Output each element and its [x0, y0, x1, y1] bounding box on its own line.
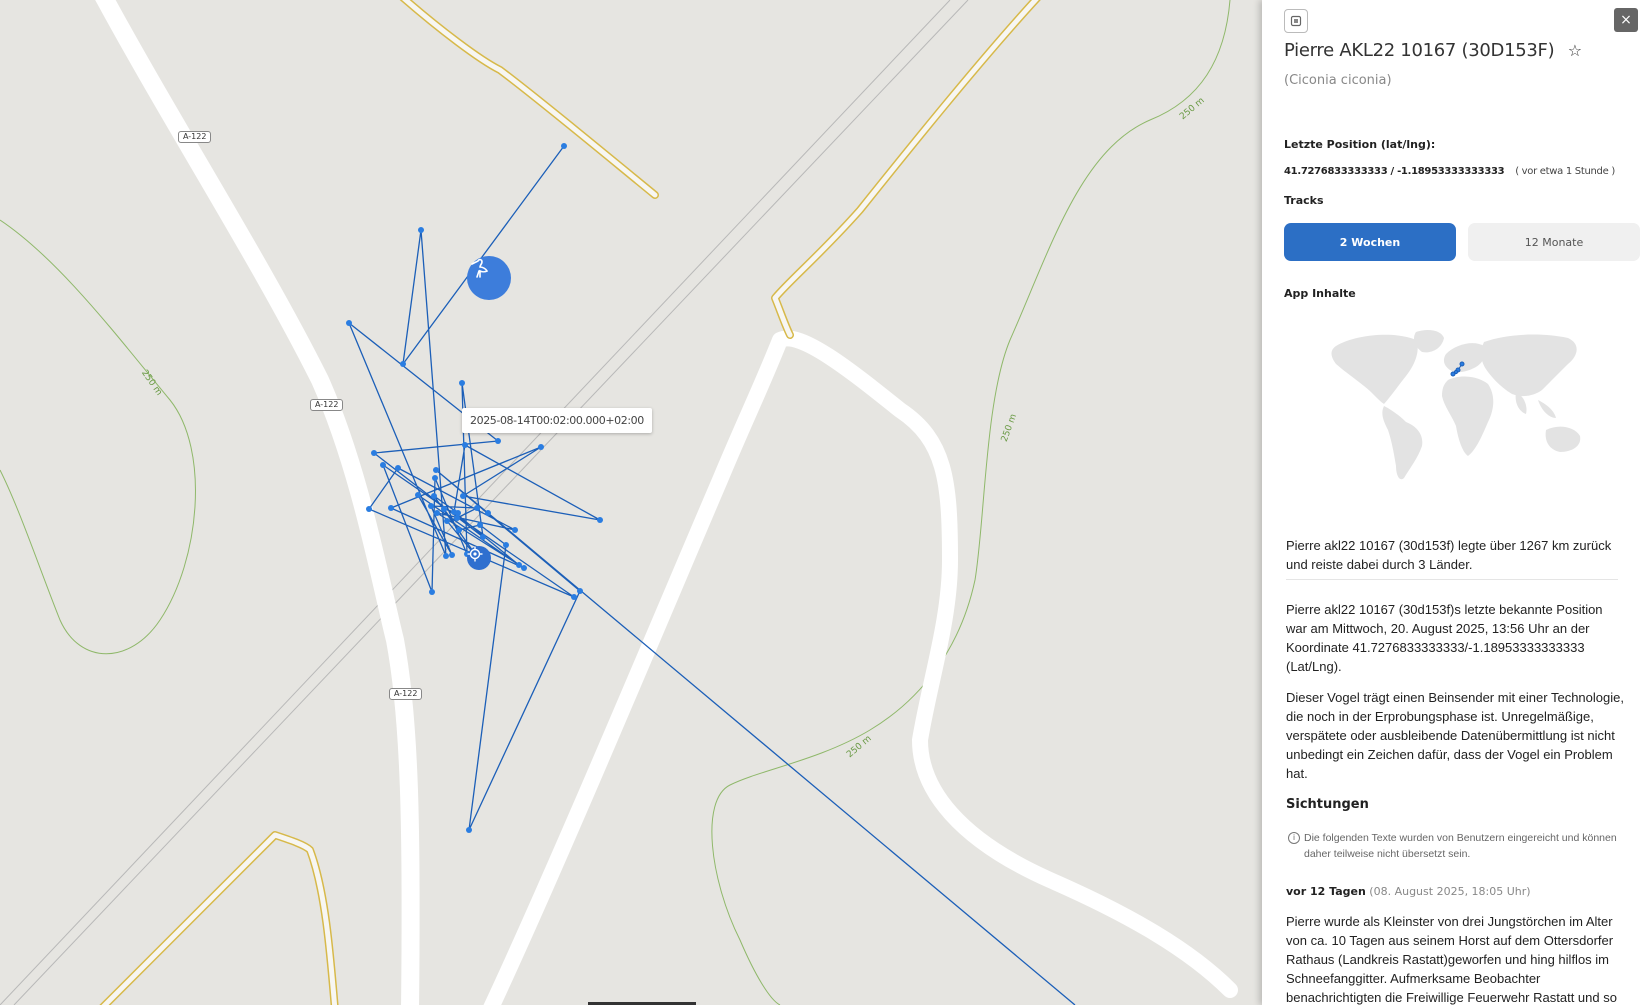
square-icon: [1290, 15, 1302, 27]
track-point[interactable]: [431, 493, 437, 499]
track-point[interactable]: [444, 518, 450, 524]
track-line: [348, 145, 1076, 1005]
track-point[interactable]: [434, 510, 440, 516]
track-point[interactable]: [561, 143, 567, 149]
coordinates-value: 41.7276833333333 / -1.18953333333333: [1284, 166, 1505, 177]
track-point[interactable]: [462, 442, 468, 448]
track-point[interactable]: [577, 588, 583, 594]
track-point[interactable]: [521, 565, 527, 571]
track-point[interactable]: [571, 594, 577, 600]
last-known-text: Pierre akl22 10167 (30d153f)s letzte bek…: [1286, 602, 1603, 674]
track-point[interactable]: [428, 503, 434, 509]
track-point[interactable]: [432, 475, 438, 481]
sightings-notice: i Die folgenden Texte wurden von Benutze…: [1288, 830, 1628, 862]
stork-icon: [471, 258, 489, 278]
notice-text: Die folgenden Texte wurden von Benutzern…: [1304, 832, 1617, 860]
track-point[interactable]: [466, 827, 472, 833]
close-button[interactable]: ×: [1614, 8, 1638, 32]
track-point[interactable]: [516, 562, 522, 568]
track-12-months-button[interactable]: 12 Monate: [1468, 223, 1640, 261]
app-content-label: App Inhalte: [1284, 287, 1356, 300]
position-age: ( vor etwa 1 Stunde ): [1515, 166, 1615, 177]
crosshair-icon: [467, 546, 483, 562]
summary-text: Pierre akl22 10167 (30d153f) legte über …: [1286, 538, 1612, 572]
track-point[interactable]: [371, 450, 377, 456]
track-point[interactable]: [415, 492, 421, 498]
track-point[interactable]: [477, 522, 483, 528]
sighting-header: vor 12 Tagen (08. August 2025, 18:05 Uhr…: [1286, 885, 1531, 898]
track-path: [348, 145, 1076, 1005]
minor-roads: [99, 0, 1041, 1005]
bird-marker[interactable]: [467, 256, 511, 300]
track-point[interactable]: [449, 552, 455, 558]
track-point[interactable]: [485, 510, 491, 516]
sighting-text: Pierre wurde als Kleinster von drei Jung…: [1286, 914, 1617, 1005]
transmitter-text: Dieser Vogel trägt einen Beinsender mit …: [1286, 690, 1624, 781]
track-point[interactable]: [443, 553, 449, 559]
info-icon: i: [1288, 832, 1300, 844]
track-point[interactable]: [388, 505, 394, 511]
tooltip-text: 2025-08-14T00:02:00.000+02:00: [470, 414, 644, 427]
roads: [95, 0, 1238, 1005]
road-label: A-122: [310, 399, 344, 411]
track-2-weeks-button[interactable]: 2 Wochen: [1284, 223, 1456, 261]
bird-title: Pierre AKL22 10167 (30D153F) ☆: [1284, 40, 1582, 61]
sightings-heading: Sichtungen: [1286, 797, 1369, 812]
track-point[interactable]: [400, 361, 406, 367]
sighting-date: (08. August 2025, 18:05 Uhr): [1369, 885, 1531, 898]
world-map-thumbnail[interactable]: [1306, 326, 1606, 486]
sighting-ago: vor 12 Tagen: [1286, 885, 1366, 898]
track-point[interactable]: [346, 320, 352, 326]
track-point[interactable]: [597, 517, 603, 523]
bird-name: Pierre: [1284, 40, 1334, 61]
track-point[interactable]: [418, 227, 424, 233]
track-point[interactable]: [366, 506, 372, 512]
star-icon[interactable]: ☆: [1568, 41, 1582, 60]
track-point[interactable]: [433, 467, 439, 473]
road-label: A-122: [389, 688, 423, 700]
track-point[interactable]: [429, 589, 435, 595]
track-point[interactable]: [395, 465, 401, 471]
track-point[interactable]: [474, 505, 480, 511]
track-point[interactable]: [455, 510, 461, 516]
bird-id: AKL22 10167 (30D153F): [1339, 40, 1555, 61]
species-name: (Ciconia ciconia): [1284, 73, 1392, 88]
divider: [1286, 579, 1618, 580]
track-point[interactable]: [441, 506, 447, 512]
track-point[interactable]: [459, 380, 465, 386]
track-point[interactable]: [480, 534, 486, 540]
railway: [0, 0, 969, 1005]
track-point[interactable]: [512, 527, 518, 533]
track-point[interactable]: [460, 493, 466, 499]
track-point[interactable]: [380, 462, 386, 468]
track-point[interactable]: [454, 515, 460, 521]
track-point[interactable]: [495, 438, 501, 444]
last-position-label: Letzte Position (lat/lng):: [1284, 138, 1436, 151]
track-point[interactable]: [503, 542, 509, 548]
tracks-label: Tracks: [1284, 194, 1324, 207]
track-point[interactable]: [456, 527, 462, 533]
location-marker[interactable]: [467, 546, 491, 570]
track-point[interactable]: [538, 444, 544, 450]
bird-detail-panel: × Pierre AKL22 10167 (30D153F) ☆ (Ciconi…: [1262, 0, 1648, 1005]
point-tooltip: 2025-08-14T00:02:00.000+02:00: [462, 406, 652, 440]
panel-toggle-button[interactable]: [1284, 9, 1308, 33]
coordinates: 41.7276833333333 / -1.18953333333333 ( v…: [1284, 166, 1615, 177]
road-label: A-122: [178, 131, 212, 143]
